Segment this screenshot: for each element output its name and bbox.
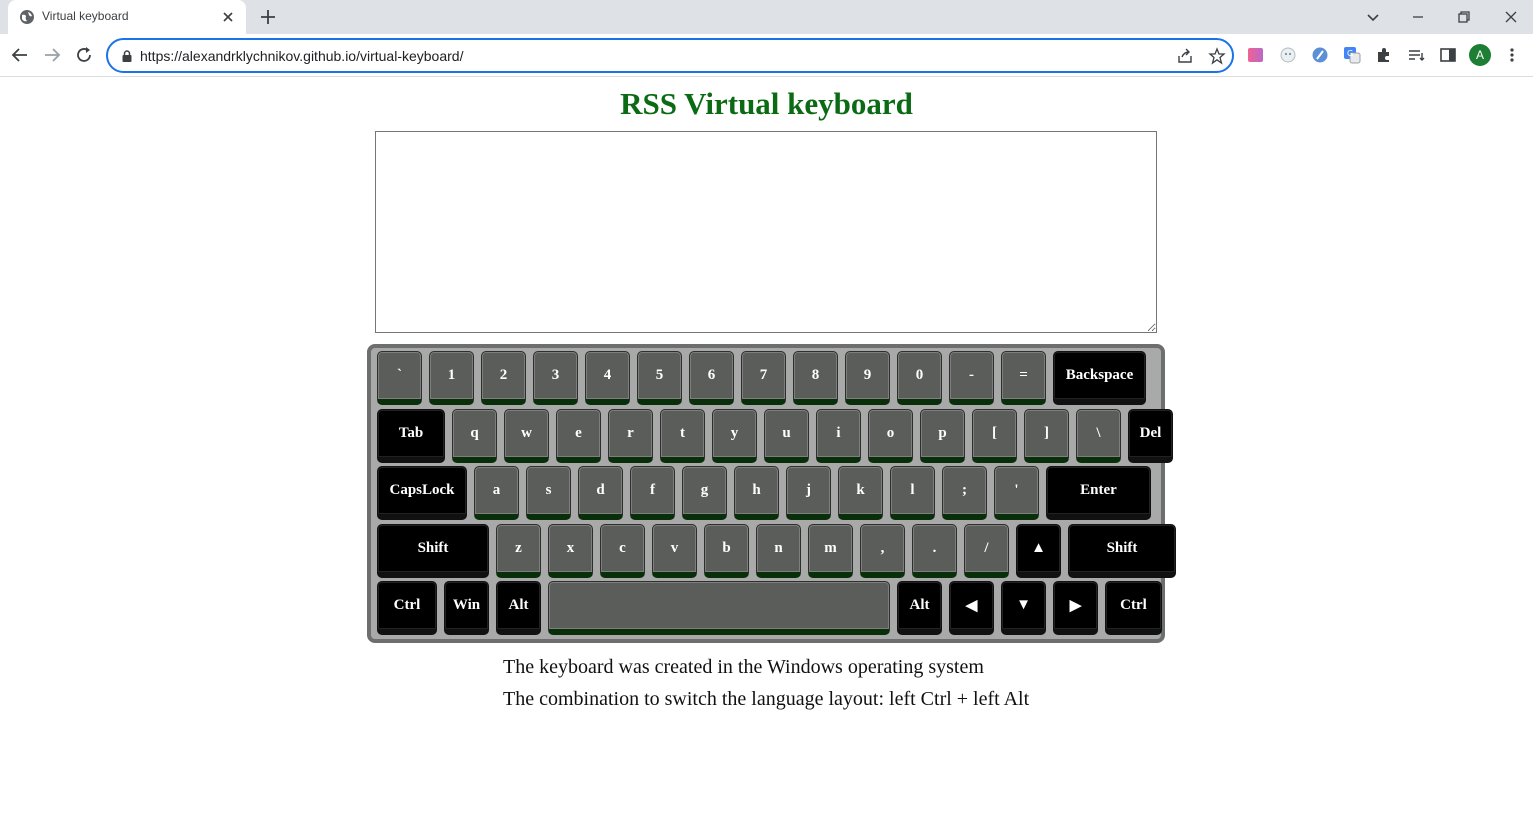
key-q[interactable]: q bbox=[452, 409, 497, 463]
globe-icon bbox=[20, 10, 34, 24]
key-2[interactable]: 2 bbox=[481, 351, 526, 405]
key-alt[interactable]: Alt bbox=[496, 581, 541, 635]
forward-icon[interactable] bbox=[41, 44, 63, 66]
key-enter[interactable]: Enter bbox=[1046, 466, 1151, 520]
key-v[interactable]: v bbox=[652, 524, 697, 578]
key-quote[interactable]: ' bbox=[994, 466, 1039, 520]
close-window-icon[interactable] bbox=[1499, 5, 1523, 29]
key-backslash[interactable]: \ bbox=[1076, 409, 1121, 463]
key-e[interactable]: e bbox=[556, 409, 601, 463]
extension-gradient-icon[interactable] bbox=[1246, 45, 1266, 65]
key-9[interactable]: 9 bbox=[845, 351, 890, 405]
reading-list-icon[interactable] bbox=[1406, 45, 1426, 65]
key-shift[interactable]: Shift bbox=[377, 524, 489, 578]
key-w[interactable]: w bbox=[504, 409, 549, 463]
key-u[interactable]: u bbox=[764, 409, 809, 463]
key-arrow-up[interactable]: ▲ bbox=[1016, 524, 1061, 578]
key-shift[interactable]: Shift bbox=[1068, 524, 1176, 578]
key-8[interactable]: 8 bbox=[793, 351, 838, 405]
key-ctrl[interactable]: Ctrl bbox=[1105, 581, 1162, 635]
browser-tab[interactable]: Virtual keyboard bbox=[8, 0, 246, 34]
key-3[interactable]: 3 bbox=[533, 351, 578, 405]
key-s[interactable]: s bbox=[526, 466, 571, 520]
key-b[interactable]: b bbox=[704, 524, 749, 578]
key-4[interactable]: 4 bbox=[585, 351, 630, 405]
key-win[interactable]: Win bbox=[444, 581, 489, 635]
key-arrow-right[interactable]: ▶ bbox=[1053, 581, 1098, 635]
key-k[interactable]: k bbox=[838, 466, 883, 520]
key-comma[interactable]: , bbox=[860, 524, 905, 578]
key-equals[interactable]: = bbox=[1001, 351, 1046, 405]
info-layout-switch-text: The combination to switch the language l… bbox=[503, 688, 1030, 710]
key-n[interactable]: n bbox=[756, 524, 801, 578]
browser-tab-bar: Virtual keyboard bbox=[0, 0, 1533, 34]
key-l[interactable]: l bbox=[890, 466, 935, 520]
key-7[interactable]: 7 bbox=[741, 351, 786, 405]
key-i[interactable]: i bbox=[816, 409, 861, 463]
key-space[interactable] bbox=[548, 581, 890, 635]
key-ctrl[interactable]: Ctrl bbox=[377, 581, 437, 635]
key-arrow-down[interactable]: ▼ bbox=[1001, 581, 1046, 635]
key-0[interactable]: 0 bbox=[897, 351, 942, 405]
key-y[interactable]: y bbox=[712, 409, 757, 463]
extension-blue-icon[interactable] bbox=[1310, 45, 1330, 65]
extension-face-icon[interactable] bbox=[1278, 45, 1298, 65]
text-output-area[interactable] bbox=[375, 131, 1157, 333]
key-arrow-left[interactable]: ◀ bbox=[949, 581, 994, 635]
key-slash[interactable]: / bbox=[964, 524, 1009, 578]
key-t[interactable]: t bbox=[660, 409, 705, 463]
key-6[interactable]: 6 bbox=[689, 351, 734, 405]
tab-search-icon[interactable] bbox=[1361, 5, 1385, 29]
minimize-icon[interactable] bbox=[1406, 5, 1430, 29]
key-period[interactable]: . bbox=[912, 524, 957, 578]
key-m[interactable]: m bbox=[808, 524, 853, 578]
profile-avatar[interactable]: A bbox=[1469, 44, 1491, 66]
key-semicolon[interactable]: ; bbox=[942, 466, 987, 520]
key-p[interactable]: p bbox=[920, 409, 965, 463]
key-minus[interactable]: - bbox=[949, 351, 994, 405]
key-j[interactable]: j bbox=[786, 466, 831, 520]
key-del[interactable]: Del bbox=[1128, 409, 1173, 463]
close-tab-icon[interactable] bbox=[220, 9, 236, 25]
key-c[interactable]: c bbox=[600, 524, 645, 578]
translate-icon[interactable]: G bbox=[1342, 45, 1362, 65]
key-d[interactable]: d bbox=[578, 466, 623, 520]
new-tab-icon[interactable] bbox=[258, 7, 278, 27]
key-capslock[interactable]: CapsLock bbox=[377, 466, 467, 520]
key-z[interactable]: z bbox=[496, 524, 541, 578]
side-panel-icon[interactable] bbox=[1438, 45, 1458, 65]
key-a[interactable]: a bbox=[474, 466, 519, 520]
page-title: RSS Virtual keyboard bbox=[620, 86, 913, 121]
key-f[interactable]: f bbox=[630, 466, 675, 520]
virtual-keyboard: ` 1 2 3 4 5 6 7 8 9 0- = Backspace Tab q w e r t y u i o p[] \ De… bbox=[367, 344, 1176, 643]
extensions-puzzle-icon[interactable] bbox=[1374, 45, 1394, 65]
key-alt[interactable]: Alt bbox=[897, 581, 942, 635]
back-icon[interactable] bbox=[9, 44, 31, 66]
browser-toolbar: https://alexandrklychnikov.github.io/vir… bbox=[0, 34, 1533, 77]
bookmark-star-icon[interactable] bbox=[1208, 47, 1226, 65]
key-h[interactable]: h bbox=[734, 466, 779, 520]
key-x[interactable]: x bbox=[548, 524, 593, 578]
key-backspace[interactable]: Backspace bbox=[1053, 351, 1146, 405]
tab-title: Virtual keyboard bbox=[42, 9, 129, 23]
key-r[interactable]: r bbox=[608, 409, 653, 463]
lock-icon[interactable] bbox=[120, 49, 134, 63]
key-1[interactable]: 1 bbox=[429, 351, 474, 405]
key-5[interactable]: 5 bbox=[637, 351, 682, 405]
share-icon[interactable] bbox=[1176, 47, 1194, 65]
key-g[interactable]: g bbox=[682, 466, 727, 520]
url-text[interactable]: https://alexandrklychnikov.github.io/vir… bbox=[140, 48, 463, 64]
menu-kebab-icon[interactable] bbox=[1502, 45, 1522, 65]
svg-text:G: G bbox=[1347, 49, 1353, 58]
address-bar[interactable]: https://alexandrklychnikov.github.io/vir… bbox=[106, 38, 1234, 73]
restore-icon[interactable] bbox=[1452, 5, 1476, 29]
key-bracket-right[interactable]: ] bbox=[1024, 409, 1069, 463]
key-bracket-left[interactable]: [ bbox=[972, 409, 1017, 463]
key-o[interactable]: o bbox=[868, 409, 913, 463]
key-backtick[interactable]: ` bbox=[377, 351, 422, 405]
info-os-text: The keyboard was created in the Windows … bbox=[503, 656, 984, 678]
key-tab[interactable]: Tab bbox=[377, 409, 445, 463]
reload-icon[interactable] bbox=[73, 44, 95, 66]
